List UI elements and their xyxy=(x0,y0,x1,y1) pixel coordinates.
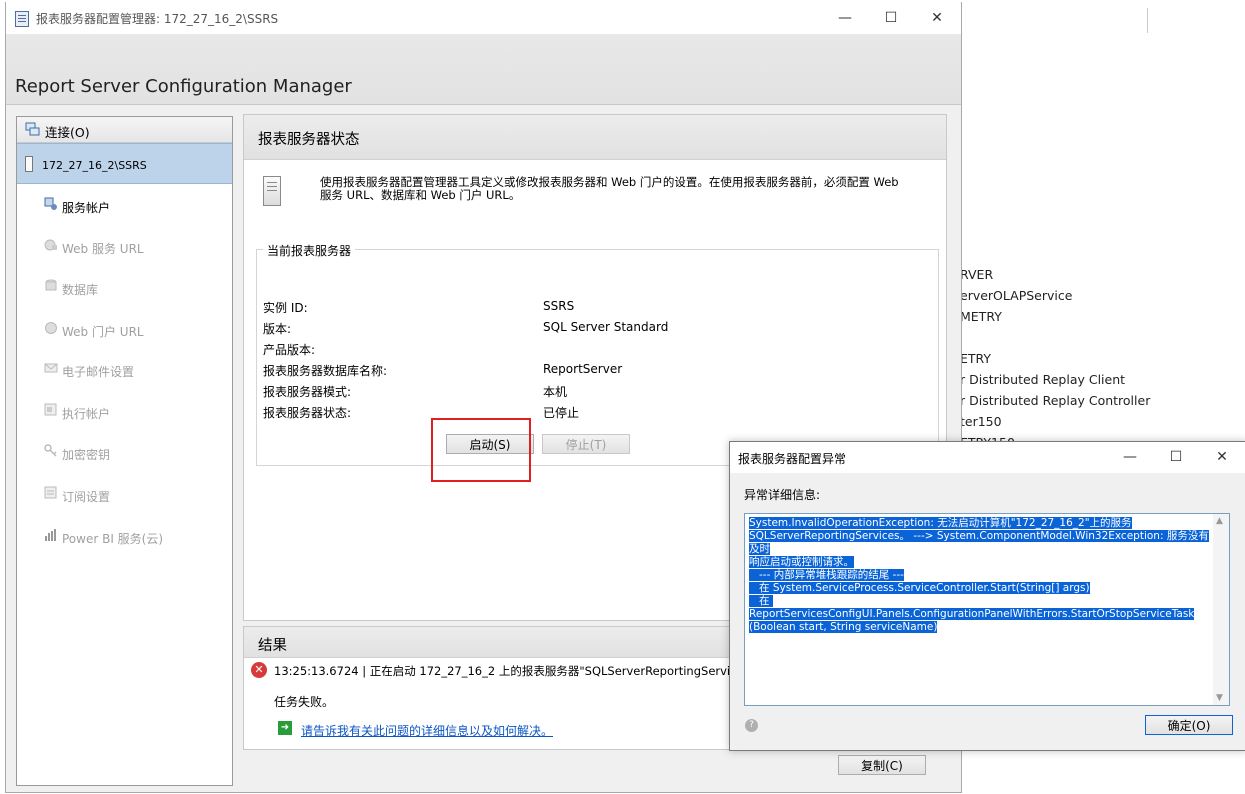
background-service-item: erverOLAPService xyxy=(960,288,1073,303)
exception-line: 在 System.ServiceProcess.ServiceControlle… xyxy=(749,582,1090,594)
database-icon xyxy=(45,279,57,291)
background-service-item: r Distributed Replay Client xyxy=(960,372,1126,387)
server-icon xyxy=(25,156,33,172)
background-service-item: r Distributed Replay Controller xyxy=(960,393,1151,408)
exception-line: (Boolean start, String serviceName) xyxy=(749,621,938,633)
background-service-item: METRY xyxy=(960,309,1002,324)
ok-button[interactable]: 确定(O) xyxy=(1145,715,1233,735)
dialog-title-bar[interactable]: 报表服务器配置异常 — ☐ ✕ xyxy=(730,442,1245,473)
power-bi-icon xyxy=(45,529,56,541)
background-service-item: ter150 xyxy=(960,414,1002,429)
exception-line: SQLServerReportingServices。 ---> System.… xyxy=(749,530,1209,555)
execution-account-icon xyxy=(44,403,57,416)
field-value: 已停止 xyxy=(543,406,580,420)
nav-item-label: 数据库 xyxy=(62,283,99,297)
connect-icon xyxy=(25,122,40,136)
scroll-down-icon[interactable]: ▼ xyxy=(1216,693,1223,703)
minimize-button[interactable]: — xyxy=(830,8,860,28)
app-title: Report Server Configuration Manager xyxy=(15,76,352,97)
field-label: 产品版本: xyxy=(263,343,316,357)
app-header: Report Server Configuration Manager xyxy=(6,34,961,105)
nav-item-service-account[interactable]: 服务帐户 xyxy=(17,192,232,222)
nav-item-label: Web 服务 URL xyxy=(62,242,144,256)
dialog-close-button[interactable]: ✕ xyxy=(1207,447,1237,467)
nav-item-email-settings[interactable]: 电子邮件设置 xyxy=(17,356,232,386)
status-pane-header: 报表服务器状态 xyxy=(244,115,946,160)
nav-server-item[interactable]: 172_27_16_2\SSRS xyxy=(17,143,232,184)
nav-panel: 连接(O) 172_27_16_2\SSRS 服务帐户 Web 服务 URL 数… xyxy=(16,116,233,786)
copy-button[interactable]: 复制(C) xyxy=(838,755,926,775)
dialog-minimize-button[interactable]: — xyxy=(1115,447,1145,467)
nav-item-label: Power BI 服务(云) xyxy=(62,532,164,546)
nav-server-label: 172_27_16_2\SSRS xyxy=(42,159,147,172)
field-value: SSRS xyxy=(543,299,575,313)
encryption-key-icon xyxy=(44,444,57,457)
nav-item-database[interactable]: 数据库 xyxy=(17,274,232,304)
exception-line: System.InvalidOperationException: 无法启动计算… xyxy=(749,517,1132,529)
results-title: 结果 xyxy=(258,638,287,654)
nav-item-label: 服务帐户 xyxy=(62,201,111,215)
current-server-group: 当前报表服务器 实例 ID: SSRS 版本: SQL Server Stand… xyxy=(256,242,939,466)
status-description: 使用报表服务器配置管理器工具定义或修改报表服务器和 Web 门户的设置。在使用报… xyxy=(320,175,899,202)
subscription-icon xyxy=(44,486,57,499)
nav-item-label: 订阅设置 xyxy=(62,490,111,504)
help-link[interactable]: 请告诉我有关此问题的详细信息以及如何解决。 xyxy=(301,722,553,739)
field-value: ReportServer xyxy=(543,362,623,376)
connect-button[interactable]: 连接(O) xyxy=(17,117,232,143)
background-service-item: ETRY xyxy=(960,351,992,366)
exception-details-textbox[interactable]: System.InvalidOperationException: 无法启动计算… xyxy=(744,513,1230,706)
exception-line: 响应启动或控制请求。 xyxy=(749,556,854,568)
status-pane-title: 报表服务器状态 xyxy=(258,132,360,148)
red-highlight-box xyxy=(431,418,531,482)
nav-item-label: 加密密钥 xyxy=(62,448,111,462)
nav-item-label: Web 门户 URL xyxy=(62,325,144,339)
arrow-right-icon: ➜ xyxy=(278,721,292,735)
nav-item-encryption-keys[interactable]: 加密密钥 xyxy=(17,439,232,469)
scroll-up-icon[interactable]: ▲ xyxy=(1216,516,1223,526)
background-divider xyxy=(1147,8,1148,33)
report-server-icon xyxy=(263,176,281,206)
field-label: 报表服务器模式: xyxy=(263,385,352,399)
nav-item-execution-account[interactable]: 执行帐户 xyxy=(17,398,232,428)
nav-item-web-service-url[interactable]: Web 服务 URL xyxy=(17,233,232,263)
help-icon[interactable]: ? xyxy=(745,719,758,732)
field-value: 本机 xyxy=(543,385,568,399)
background-service-item: RVER xyxy=(960,267,994,282)
service-account-icon xyxy=(44,197,57,210)
result-message: 13:25:13.6724 | 正在启动 172_27_16_2 上的报表服务器… xyxy=(274,664,767,678)
connect-label: 连接(O) xyxy=(45,125,90,140)
nav-item-power-bi[interactable]: Power BI 服务(云) xyxy=(17,523,232,553)
web-service-icon xyxy=(44,239,57,251)
app-icon xyxy=(15,11,29,27)
task-failed-text: 任务失败。 xyxy=(274,695,335,709)
maximize-button[interactable]: ☐ xyxy=(876,8,906,28)
main-title-bar[interactable]: 报表服务器配置管理器: 172_27_16_2\SSRS — ☐ ✕ xyxy=(6,2,961,34)
stop-button[interactable]: 停止(T) xyxy=(542,434,630,454)
email-icon xyxy=(44,363,58,373)
field-label: 报表服务器数据库名称: xyxy=(263,364,388,378)
nav-item-label: 电子邮件设置 xyxy=(62,365,135,379)
exception-details-label: 异常详细信息: xyxy=(744,488,821,502)
error-icon: ✕ xyxy=(251,662,267,678)
window-title: 报表服务器配置管理器: 172_27_16_2\SSRS xyxy=(36,12,279,26)
exception-line: 在 ReportServicesConfigUI.Panels.Configur… xyxy=(749,595,1195,620)
nav-item-label: 执行帐户 xyxy=(62,407,111,421)
exception-line: --- 内部异常堆栈跟踪的结尾 --- xyxy=(749,569,904,581)
close-button[interactable]: ✕ xyxy=(922,8,952,28)
exception-text: System.InvalidOperationException: 无法启动计算… xyxy=(749,517,1211,634)
nav-item-subscription-settings[interactable]: 订阅设置 xyxy=(17,481,232,511)
field-label: 实例 ID: xyxy=(263,301,308,315)
exception-dialog: 报表服务器配置异常 — ☐ ✕ 异常详细信息: System.InvalidOp… xyxy=(729,441,1245,751)
field-label: 报表服务器状态: xyxy=(263,406,352,420)
field-value: SQL Server Standard xyxy=(543,320,669,334)
nav-item-web-portal-url[interactable]: Web 门户 URL xyxy=(17,316,232,346)
dialog-title: 报表服务器配置异常 xyxy=(738,452,847,466)
dialog-maximize-button[interactable]: ☐ xyxy=(1161,447,1191,467)
field-label: 版本: xyxy=(263,322,292,336)
textbox-scrollbar[interactable]: ▲ ▼ xyxy=(1213,514,1229,705)
current-server-group-title: 当前报表服务器 xyxy=(263,242,356,259)
web-portal-icon xyxy=(45,322,57,334)
